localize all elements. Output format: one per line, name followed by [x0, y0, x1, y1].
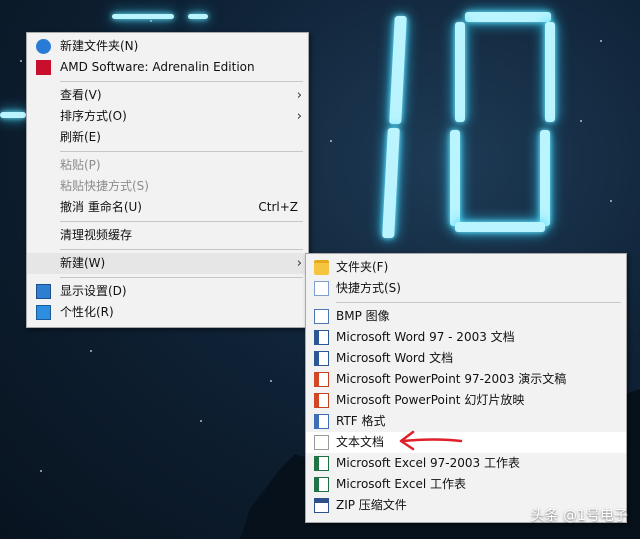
- menu-separator: [60, 81, 303, 82]
- menu-item-shortcut: Ctrl+Z: [258, 200, 298, 214]
- submenu-item-label: BMP 图像: [336, 309, 390, 323]
- menu-item-personalize[interactable]: 个性化(R): [27, 302, 308, 323]
- submenu-item-excel[interactable]: Microsoft Excel 工作表: [306, 474, 626, 495]
- submenu-item-bmp-image[interactable]: BMP 图像: [306, 306, 626, 327]
- personalize-icon: [36, 305, 51, 320]
- text-document-icon: [314, 435, 329, 450]
- submenu-item-powerpoint-slideshow[interactable]: Microsoft PowerPoint 幻灯片放映: [306, 390, 626, 411]
- menu-item-label: 撤消 重命名(U): [60, 200, 142, 214]
- submenu-item-label: Microsoft Word 97 - 2003 文档: [336, 330, 515, 344]
- menu-item-paste-shortcut: 粘贴快捷方式(S): [27, 176, 308, 197]
- menu-item-label: AMD Software: Adrenalin Edition: [60, 60, 255, 74]
- menu-separator: [60, 151, 303, 152]
- menu-item-label: 新建文件夹(N): [60, 39, 139, 53]
- menu-item-label: 个性化(R): [60, 305, 114, 319]
- submenu-item-word[interactable]: Microsoft Word 文档: [306, 348, 626, 369]
- submenu-item-label: Microsoft PowerPoint 97-2003 演示文稿: [336, 372, 567, 386]
- submenu-item-excel-97-2003[interactable]: Microsoft Excel 97-2003 工作表: [306, 453, 626, 474]
- menu-separator: [60, 277, 303, 278]
- bmp-image-icon: [314, 309, 329, 324]
- menu-item-paste: 粘贴(P): [27, 155, 308, 176]
- shortcut-icon: [314, 281, 329, 296]
- submenu-item-shortcut[interactable]: 快捷方式(S): [306, 278, 626, 299]
- menu-item-clear-video-cache[interactable]: 清理视频缓存: [27, 225, 308, 246]
- menu-separator: [60, 249, 303, 250]
- submenu-item-folder[interactable]: 文件夹(F): [306, 257, 626, 278]
- submenu-item-label: ZIP 压缩文件: [336, 498, 407, 512]
- chevron-right-icon: ›: [296, 109, 302, 124]
- menu-item-refresh[interactable]: 刷新(E): [27, 127, 308, 148]
- menu-item-sort-by[interactable]: 排序方式(O) ›: [27, 106, 308, 127]
- submenu-item-label: Microsoft Excel 97-2003 工作表: [336, 456, 520, 470]
- menu-item-new-folder[interactable]: 新建文件夹(N): [27, 36, 308, 57]
- excel-icon: [314, 477, 329, 492]
- menu-item-display-settings[interactable]: 显示设置(D): [27, 281, 308, 302]
- word-icon: [314, 351, 329, 366]
- menu-item-amd-software[interactable]: AMD Software: Adrenalin Edition: [27, 57, 308, 78]
- monitor-icon: [36, 284, 51, 299]
- submenu-item-label: Microsoft Word 文档: [336, 351, 454, 365]
- submenu-item-powerpoint-97-2003[interactable]: Microsoft PowerPoint 97-2003 演示文稿: [306, 369, 626, 390]
- submenu-item-word-97-2003[interactable]: Microsoft Word 97 - 2003 文档: [306, 327, 626, 348]
- powerpoint-icon: [314, 372, 329, 387]
- menu-item-label: 刷新(E): [60, 130, 101, 144]
- powerpoint-icon: [314, 393, 329, 408]
- word-icon: [314, 330, 329, 345]
- submenu-item-label: Microsoft Excel 工作表: [336, 477, 467, 491]
- menu-item-label: 粘贴快捷方式(S): [60, 179, 149, 193]
- folder-icon: [314, 260, 329, 275]
- menu-separator: [60, 221, 303, 222]
- submenu-item-label: 文本文档: [336, 435, 385, 449]
- menu-item-new[interactable]: 新建(W) ›: [27, 253, 308, 274]
- menu-separator: [336, 302, 621, 303]
- rtf-icon: [314, 414, 329, 429]
- desktop-context-menu: 新建文件夹(N) AMD Software: Adrenalin Edition…: [26, 32, 309, 328]
- menu-item-undo-rename[interactable]: 撤消 重命名(U) Ctrl+Z: [27, 197, 308, 218]
- menu-item-label: 清理视频缓存: [60, 228, 133, 242]
- menu-item-view[interactable]: 查看(V) ›: [27, 85, 308, 106]
- menu-item-label: 排序方式(O): [60, 109, 127, 123]
- annotation-arrow-icon: [399, 430, 463, 451]
- menu-item-label: 显示设置(D): [60, 284, 127, 298]
- submenu-item-rtf[interactable]: RTF 格式: [306, 411, 626, 432]
- submenu-item-label: 快捷方式(S): [336, 281, 401, 295]
- submenu-item-label: RTF 格式: [336, 414, 386, 428]
- submenu-item-label: 文件夹(F): [336, 260, 389, 274]
- watermark: 头条 @1号电子: [530, 508, 628, 524]
- new-submenu: 文件夹(F) 快捷方式(S) BMP 图像 Microsoft Word 97 …: [305, 253, 627, 523]
- submenu-item-text-document[interactable]: 文本文档: [306, 432, 626, 453]
- zip-icon: [314, 498, 329, 513]
- menu-item-label: 新建(W): [60, 256, 106, 270]
- submenu-item-label: Microsoft PowerPoint 幻灯片放映: [336, 393, 525, 407]
- chevron-right-icon: ›: [296, 88, 302, 103]
- chevron-right-icon: ›: [296, 256, 302, 271]
- excel-icon: [314, 456, 329, 471]
- menu-item-label: 查看(V): [60, 88, 102, 102]
- menu-item-label: 粘贴(P): [60, 158, 101, 172]
- new-folder-icon: [36, 39, 51, 54]
- amd-logo-icon: [36, 60, 51, 75]
